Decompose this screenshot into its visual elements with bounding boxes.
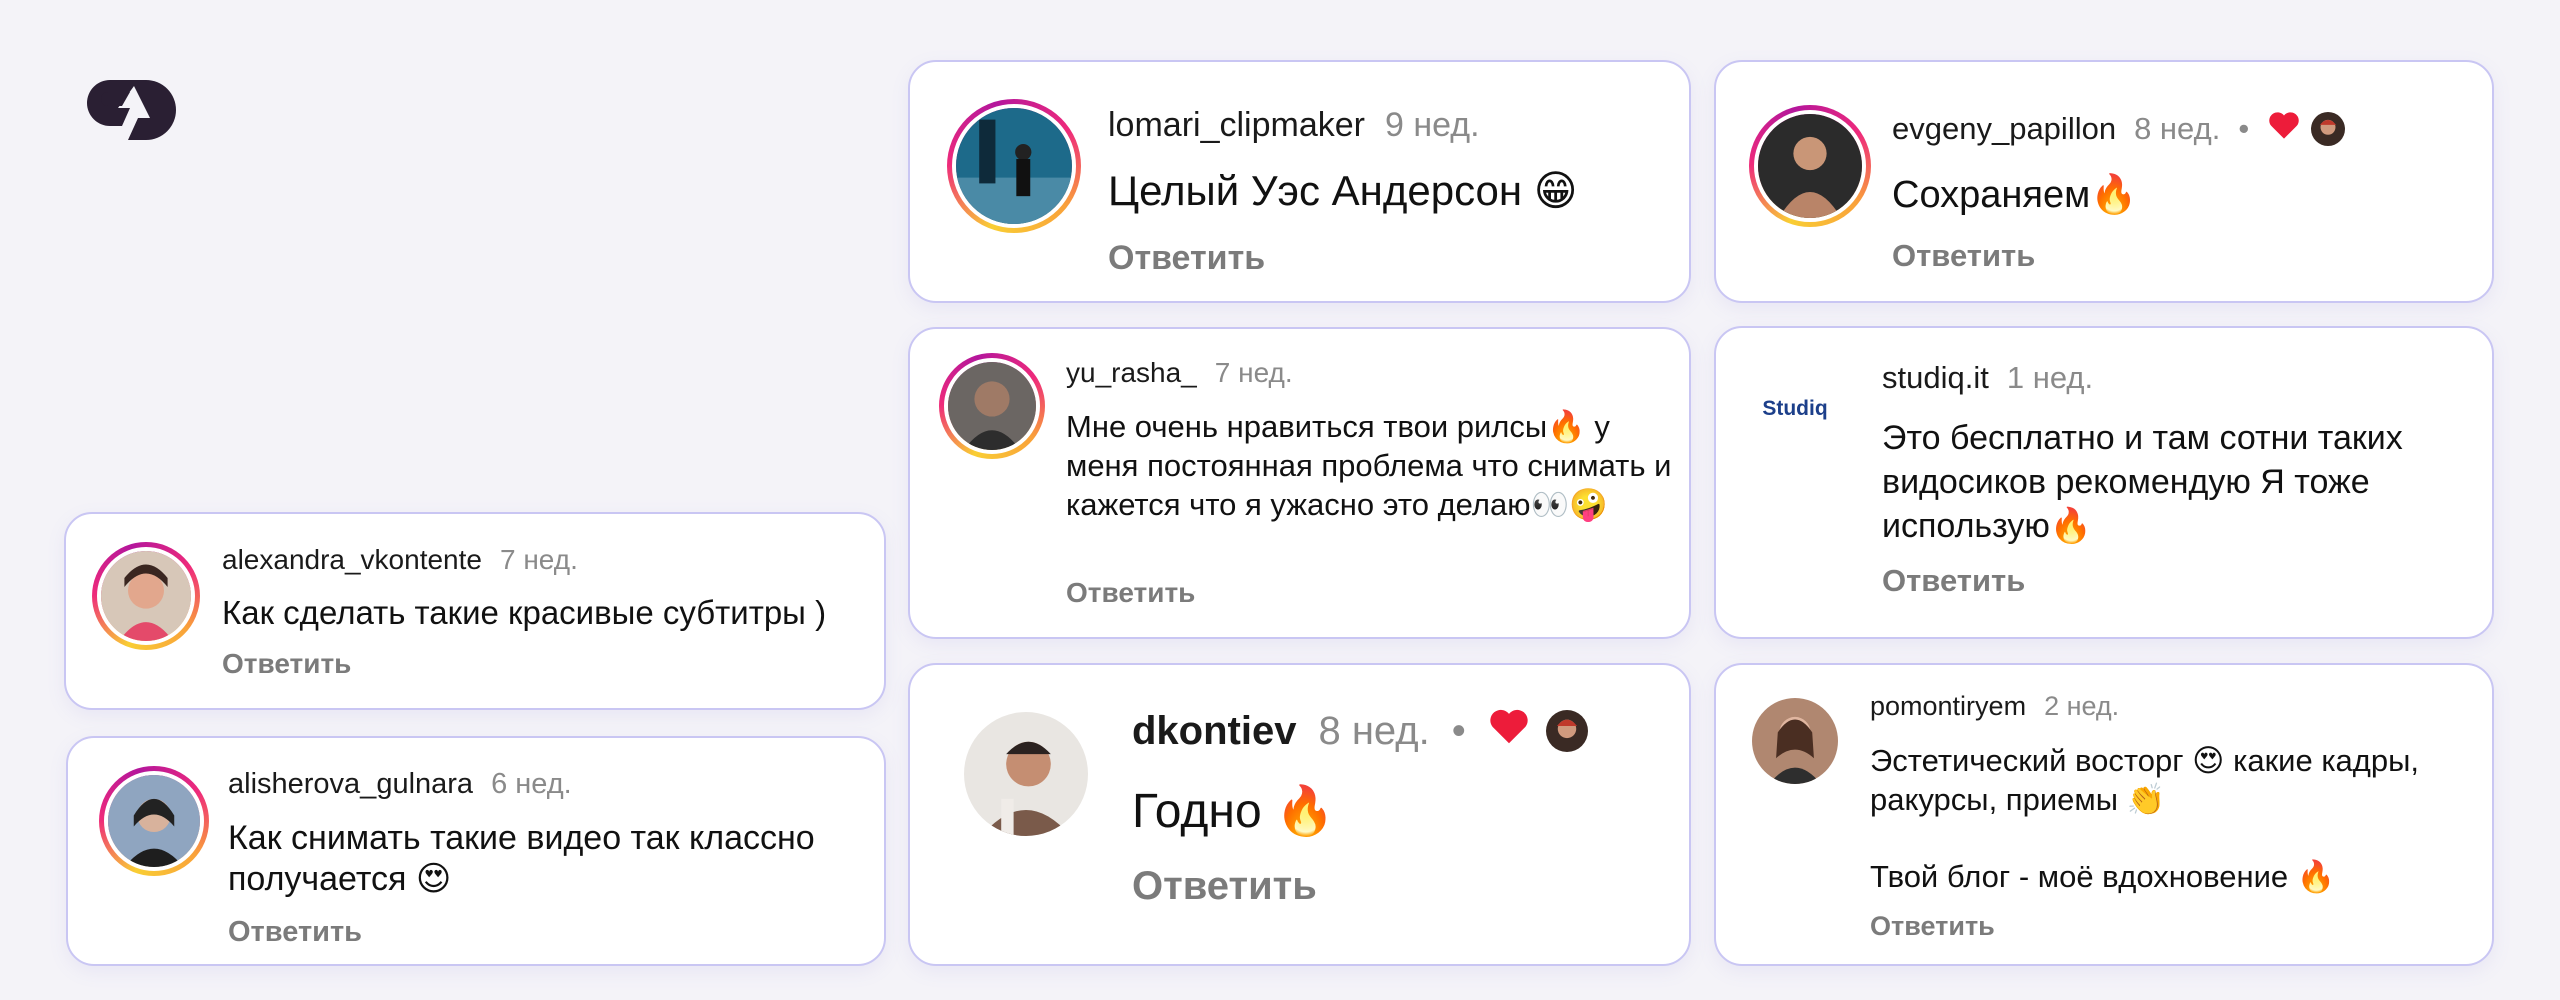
username[interactable]: dkontiev — [1132, 709, 1296, 754]
comment-text: Эстетический восторг 😍 какие кадры, раку… — [1870, 741, 2490, 896]
reply-button[interactable]: Ответить — [1870, 911, 1995, 942]
comment-time: 6 нед. — [491, 768, 572, 800]
brand-logo-icon — [78, 78, 178, 142]
comment-card-evgeny: evgeny_papillon 8 нед. • Сохраняем🔥 Отве… — [1714, 60, 2494, 303]
comment-card-lomari: lomari_clipmaker 9 нед. Целый Уэс Андерс… — [908, 60, 1691, 303]
comment-card-alisherova: alisherova_gulnara 6 нед. Как снимать та… — [66, 736, 886, 966]
separator-dot: • — [2238, 111, 2250, 146]
author-avatar-icon — [2311, 112, 2346, 146]
username[interactable]: evgeny_papillon — [1892, 111, 2116, 147]
username[interactable]: lomari_clipmaker — [1108, 106, 1365, 145]
comment-card-yurasha: yu_rasha_ 7 нед. Мне очень нравиться тво… — [908, 327, 1691, 639]
comment-text: Целый Уэс Андерсон 😁 — [1108, 167, 1578, 214]
comment-card-dkontiev: dkontiev 8 нед. • Годно 🔥 Ответить — [908, 663, 1691, 966]
heart-icon — [1488, 707, 1530, 755]
reply-button[interactable]: Ответить — [1132, 864, 1317, 909]
comment-time: 2 нед. — [2044, 691, 2120, 721]
avatar[interactable] — [939, 353, 1045, 459]
heart-icon — [2267, 110, 2301, 148]
avatar[interactable] — [964, 712, 1088, 836]
comment-time: 8 нед. — [1318, 708, 1430, 753]
comment-text: Это бесплатно и там сотни таких видосико… — [1882, 419, 2403, 545]
comment-card-alexandra: alexandra_vkontente 7 нед. Как сделать т… — [64, 512, 886, 710]
comment-time: 7 нед. — [1214, 357, 1293, 388]
comment-text: Мне очень нравиться твои рилсы🔥 у меня п… — [1066, 409, 1672, 522]
username[interactable]: pomontiryem — [1870, 691, 2026, 722]
comment-card-studiq: Studiq studiq.it 1 нед. Это бесплатно и … — [1714, 326, 2494, 639]
separator-dot: • — [1451, 708, 1466, 753]
comment-text-line: Твой блог - моё вдохновение 🔥 — [1870, 859, 2336, 894]
studiq-logo: Studiq — [1762, 397, 1828, 420]
avatar[interactable] — [1749, 105, 1871, 227]
comment-card-pomontiryem: pomontiryem 2 нед. Эстетический восторг … — [1714, 663, 2494, 966]
comment-text: Годно 🔥 — [1132, 785, 1335, 838]
avatar[interactable]: Studiq — [1746, 360, 1844, 458]
comment-time: 9 нед. — [1384, 106, 1480, 144]
username[interactable]: yu_rasha_ — [1066, 357, 1197, 389]
avatar[interactable] — [947, 99, 1081, 233]
username[interactable]: alisherova_gulnara — [228, 768, 473, 801]
comment-time: 7 нед. — [499, 544, 578, 575]
comment-time: 8 нед. — [2134, 111, 2221, 146]
avatar[interactable] — [99, 766, 209, 876]
comment-text: Как снимать такие видео так классно полу… — [228, 819, 815, 898]
reply-button[interactable]: Ответить — [1882, 563, 2025, 599]
reply-button[interactable]: Ответить — [222, 648, 351, 680]
comment-time: 1 нед. — [2006, 360, 2094, 395]
reply-button[interactable]: Ответить — [228, 916, 362, 949]
comment-text-line: Эстетический восторг 😍 какие кадры, раку… — [1870, 743, 2420, 817]
reply-button[interactable]: Ответить — [1892, 238, 2035, 274]
avatar[interactable] — [92, 542, 200, 650]
reply-button[interactable]: Ответить — [1066, 577, 1195, 609]
reply-button[interactable]: Ответить — [1108, 239, 1265, 278]
username[interactable]: alexandra_vkontente — [222, 544, 482, 576]
comment-text: Как сделать такие красивые субтитры ) — [222, 594, 827, 631]
author-avatar-icon — [1545, 710, 1588, 752]
comment-text: Сохраняем🔥 — [1892, 174, 2138, 216]
avatar[interactable] — [1752, 698, 1838, 784]
username[interactable]: studiq.it — [1882, 360, 1989, 396]
